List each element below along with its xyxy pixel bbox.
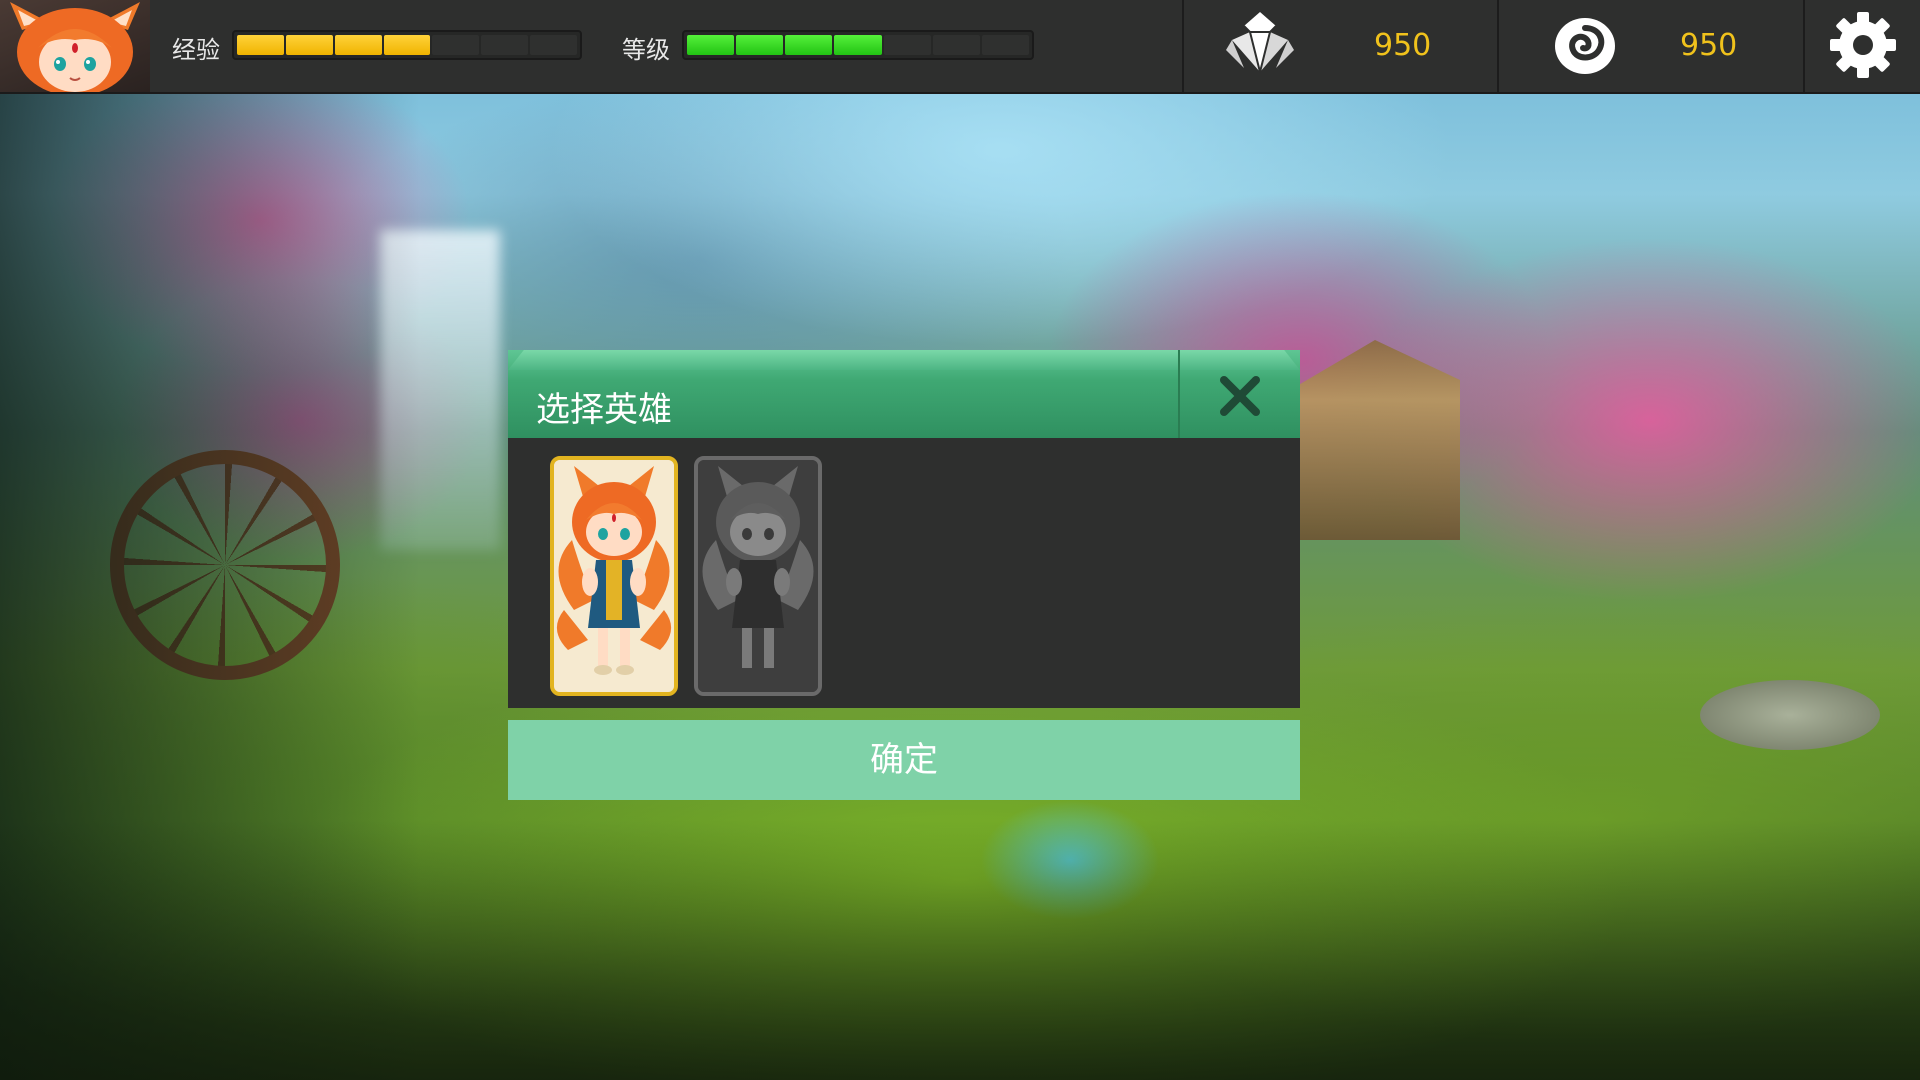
house	[1290, 340, 1460, 540]
level-progress-bar	[682, 30, 1034, 60]
crystal-icon	[1224, 10, 1296, 82]
exp-bar-segment	[530, 35, 578, 55]
gear-icon[interactable]	[1828, 10, 1898, 84]
crystal-value: 950	[1374, 28, 1432, 63]
dialog-title: 选择英雄	[536, 390, 672, 430]
level-bar-segment	[687, 35, 735, 55]
level-bar-segment	[834, 35, 882, 55]
confirm-button[interactable]: 确定	[508, 720, 1300, 800]
player-avatar[interactable]	[0, 0, 150, 92]
close-button[interactable]	[1180, 350, 1300, 438]
stone-altar	[1700, 680, 1880, 750]
level-bar-segment	[981, 35, 1029, 55]
hero-card-selected[interactable]	[550, 456, 678, 696]
exp-label: 经验	[172, 36, 220, 64]
level-bar-segment	[932, 35, 980, 55]
hero-card-locked[interactable]	[694, 456, 822, 696]
hero-select-dialog: 选择英雄 确定	[508, 350, 1300, 800]
top-hud-bar: 经验 等级 950 950	[0, 0, 1920, 94]
swirl-coin-icon	[1553, 16, 1617, 80]
level-label: 等级	[622, 36, 670, 64]
swirl-coin-value: 950	[1680, 28, 1738, 63]
level-bar-segment	[785, 35, 833, 55]
exp-bar-segment	[432, 35, 480, 55]
exp-bar-segment	[285, 35, 333, 55]
level-bar-segment	[883, 35, 931, 55]
exp-progress-bar	[232, 30, 582, 60]
close-icon	[1220, 376, 1260, 416]
level-bar-segment	[736, 35, 784, 55]
hero-list	[508, 438, 1300, 708]
exp-bar-segment	[334, 35, 382, 55]
dialog-header: 选择英雄	[508, 350, 1300, 438]
exp-bar-segment	[481, 35, 529, 55]
exp-bar-segment	[237, 35, 284, 55]
exp-bar-segment	[383, 35, 431, 55]
